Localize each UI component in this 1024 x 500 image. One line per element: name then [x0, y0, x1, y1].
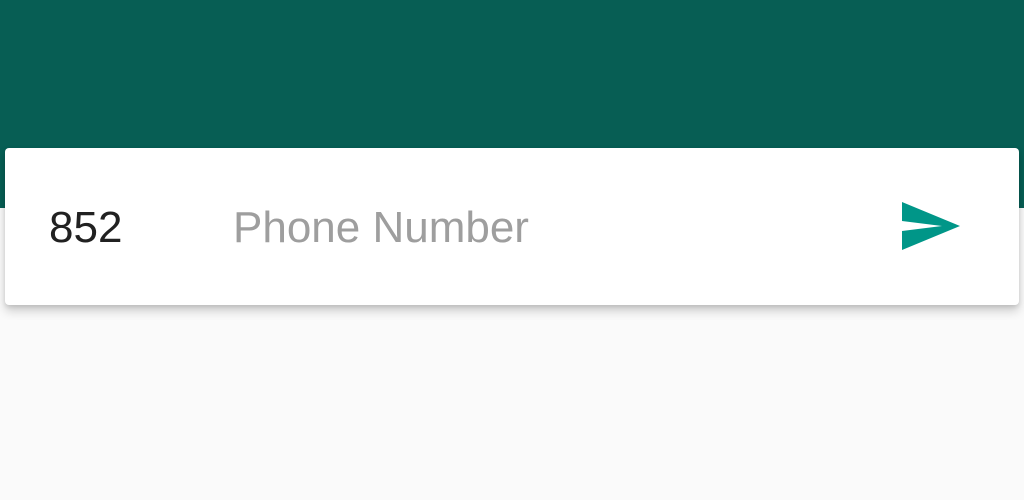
send-icon — [902, 202, 960, 250]
phone-input-card — [5, 148, 1019, 305]
send-button[interactable] — [889, 188, 973, 264]
phone-number-input[interactable] — [233, 198, 853, 258]
country-code-input[interactable] — [49, 198, 169, 258]
